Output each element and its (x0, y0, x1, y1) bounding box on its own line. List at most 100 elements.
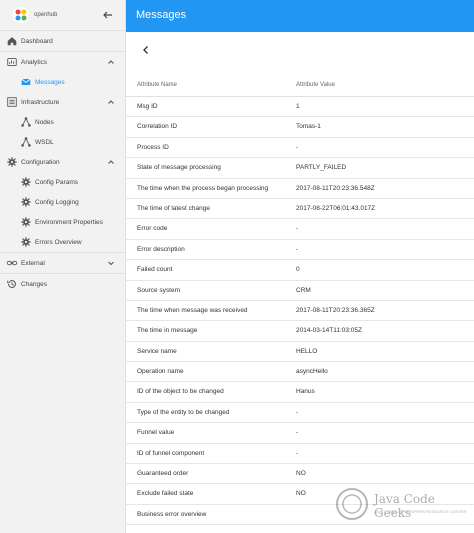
sidebar-item-config-logging[interactable]: Config Logging (0, 192, 125, 212)
attributes-table: Attribute Name Attribute Value Msg ID 1 Co… (126, 74, 474, 526)
attribute-name: Msg ID (137, 103, 158, 110)
attribute-name: Service name (137, 347, 177, 355)
attribute-name: Business error overview (137, 510, 207, 518)
table-row: The time when the process began processi… (126, 179, 474, 199)
attribute-value: - (296, 408, 299, 416)
sidebar-item-label: Configuration (21, 158, 60, 166)
history-icon (6, 278, 18, 290)
gear-icon (20, 236, 32, 248)
attribute-name: State of message processing (137, 164, 221, 172)
attribute-name: The time of latest change (137, 204, 210, 212)
sidebar-item-wsdl[interactable]: WSDL (0, 132, 125, 152)
attribute-value: - (296, 225, 299, 233)
column-header-name: Attribute Name (137, 82, 178, 88)
sidebar-item-label: Analytics (21, 58, 48, 66)
sidebar-item-dashboard[interactable]: Dashboard (0, 31, 125, 51)
attribute-name: ID of funnel component (137, 449, 205, 457)
attribute-value: HELLO (296, 347, 318, 355)
sidebar-item-label: Errors Overview (35, 238, 82, 246)
sidebar-item-label: Infrastructure (21, 98, 60, 106)
attribute-value: CRM (296, 286, 311, 294)
sidebar-item-infrastructure[interactable]: Infrastructure (0, 92, 125, 112)
chevron-up-icon[interactable] (106, 97, 116, 107)
watermark-title: Java Code Geeks (374, 492, 435, 520)
sidebar-item-external[interactable]: External (0, 253, 125, 273)
sidebar-item-environment-properties[interactable]: Environment Properties (0, 212, 125, 232)
sidebar: openhub Dashboard Analytics Messages Infras… (0, 0, 126, 533)
sidebar-item-label: Config Params (35, 178, 78, 186)
attribute-value: - (296, 143, 299, 151)
sidebar-item-label: Config Logging (35, 198, 79, 206)
sidebar-item-label: Changes (21, 280, 48, 288)
attribute-name: Operation name (137, 368, 184, 376)
attribute-value: - (296, 429, 299, 437)
attribute-name: Funnel value (137, 429, 175, 437)
jcg-logo-icon (336, 488, 368, 520)
table-row: Operation name asyncHello (126, 362, 474, 383)
wsdl-icon (20, 136, 32, 148)
sidebar-item-analytics[interactable]: Analytics (0, 52, 125, 72)
attribute-value: - (296, 245, 299, 253)
chevron-up-icon[interactable] (106, 157, 116, 167)
link-icon (6, 257, 18, 269)
table-row: Service name HELLO (126, 342, 474, 363)
attribute-name: Type of the entity to be changed (137, 408, 230, 416)
table-row: Guaranteed order NO (126, 464, 474, 485)
table-row: Funnel value - (126, 423, 474, 444)
attribute-value: 2014-03-14T11:03:05Z (296, 327, 363, 335)
collapse-sidebar-arrow-icon[interactable] (101, 8, 115, 22)
table-row: Error description - (126, 240, 474, 261)
attribute-value: 1 (296, 103, 300, 110)
table-row: The time of latest change 2017-08-22T06:0… (126, 199, 474, 220)
attribute-value: 0 (296, 266, 300, 274)
sidebar-nav: Dashboard Analytics Messages Infrastructure… (0, 31, 125, 294)
brand: openhub (0, 0, 125, 30)
sidebar-item-changes[interactable]: Changes (0, 274, 125, 294)
chevron-down-icon[interactable] (106, 258, 116, 268)
sidebar-item-label: Messages (35, 78, 65, 86)
analytics-icon (6, 56, 18, 68)
gear-icon (6, 156, 18, 168)
attribute-value: Tomas-1 (296, 123, 321, 131)
sidebar-item-configuration[interactable]: Configuration (0, 152, 125, 172)
attribute-value: NO (296, 490, 306, 498)
attribute-name: The time in message (137, 327, 198, 335)
column-header-value: Attribute Value (296, 82, 335, 88)
attribute-value: 2017-08-11T20:23:36.365Z (296, 306, 375, 314)
attribute-name: Correlation ID (137, 123, 178, 131)
attribute-name: Failed count (137, 266, 173, 274)
nodes-icon (20, 116, 32, 128)
attribute-name: Guaranteed order (137, 470, 189, 478)
home-icon (6, 35, 18, 47)
table-row: Type of the entity to be changed - (126, 403, 474, 424)
message-detail-card: Attribute Name Attribute Value Msg ID 1 Co… (126, 32, 474, 533)
attribute-name: Error code (137, 225, 168, 233)
sidebar-item-errors-overview[interactable]: Errors Overview (0, 232, 125, 252)
table-row: Error code - (126, 219, 474, 240)
table-header: Attribute Name Attribute Value (126, 74, 474, 97)
back-arrow-icon[interactable] (140, 44, 152, 56)
sidebar-item-config-params[interactable]: Config Params (0, 172, 125, 192)
attribute-value: - (296, 449, 299, 457)
sidebar-item-messages[interactable]: Messages (0, 72, 125, 92)
table-row: The time in message 2014-03-14T11:03:05Z (126, 321, 474, 342)
chevron-up-icon[interactable] (106, 57, 116, 67)
sidebar-item-label: Environment Properties (35, 218, 103, 226)
page-title: Messages (136, 9, 187, 21)
table-row: ID of the object to be changed Hanus (126, 382, 474, 403)
attribute-value: PARTLY_FAILED (296, 164, 347, 172)
gear-icon (20, 216, 32, 228)
sidebar-item-label: Nodes (35, 118, 54, 126)
sidebar-item-nodes[interactable]: Nodes (0, 112, 125, 132)
watermark: Java Code Geeks JAVA 2 JAVA DEVELOPERS R… (334, 486, 474, 526)
app-name: openhub (34, 12, 58, 18)
table-row: ID of funnel component - (126, 444, 474, 465)
infrastructure-icon (6, 96, 18, 108)
table-row: Msg ID 1 (126, 97, 474, 118)
table-row: Correlation ID Tomas-1 (126, 117, 474, 138)
gear-icon (20, 176, 32, 188)
table-row: Process ID - (126, 138, 474, 159)
attribute-value: asyncHello (296, 368, 328, 376)
table-row: Failed count 0 (126, 260, 474, 281)
table-row: State of message processing PARTLY_FAILED (126, 158, 474, 179)
